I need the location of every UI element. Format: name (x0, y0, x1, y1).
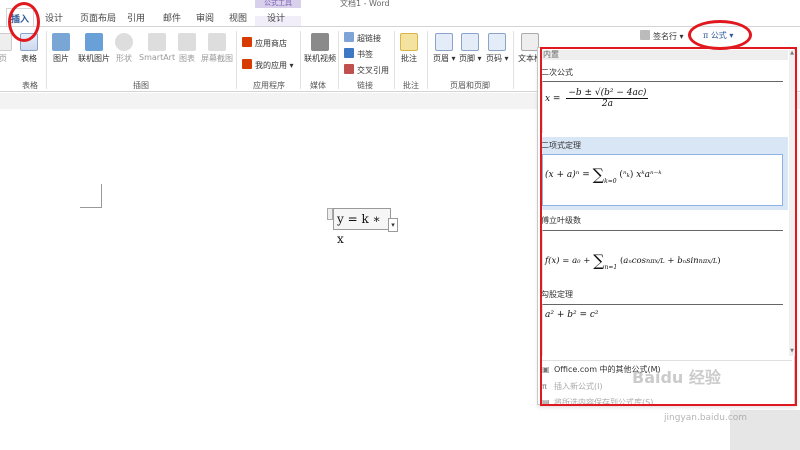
hyperlink-button[interactable]: 超链接 (344, 32, 381, 44)
online-video-button[interactable]: 联机视频 (304, 33, 336, 64)
group-label-links: 链接 (357, 81, 373, 90)
bookmark-icon (344, 48, 354, 58)
ribbon-tabs: 插入 设计 页面布局 引用 邮件 审阅 视图 设计 (0, 8, 800, 34)
cross-reference-icon (344, 64, 354, 74)
tab-page-layout[interactable]: 页面布局 (80, 11, 116, 24)
picture-icon (52, 33, 70, 51)
tab-references[interactable]: 引用 (127, 11, 145, 24)
group-separator (300, 31, 301, 89)
group-label-comments: 批注 (403, 81, 419, 90)
smartart-icon (148, 33, 167, 51)
pictures-button[interactable]: 图片 (52, 33, 70, 64)
header-button[interactable]: 页眉 ▾ (433, 33, 456, 64)
header-icon (435, 33, 454, 51)
equation-options-dropdown[interactable]: ▾ (388, 218, 398, 232)
my-apps-button[interactable]: 我的应用 ▾ (242, 59, 294, 71)
link-icon (344, 32, 354, 42)
title-bar: 公式工具 文档1 - Word (0, 0, 800, 8)
apps-icon (242, 59, 252, 69)
page-number-icon (488, 33, 507, 51)
tab-mailings[interactable]: 邮件 (163, 11, 181, 24)
annotation-rect-gallery (540, 47, 797, 406)
tab-review[interactable]: 审阅 (196, 11, 214, 24)
watermark-logo: Baidu 经验 (632, 368, 721, 387)
group-label-tables: 表格 (22, 81, 38, 90)
context-group-label: 公式工具 (255, 0, 301, 8)
group-separator (338, 31, 339, 89)
signature-icon (640, 30, 650, 40)
tab-equation-design[interactable]: 设计 (267, 11, 285, 24)
group-label-header-footer: 页眉和页脚 (450, 81, 490, 90)
page-margin-corner (80, 184, 102, 208)
comment-button[interactable]: 批注 (400, 33, 418, 64)
screenshot-button[interactable]: 屏幕截图 (201, 33, 233, 64)
online-picture-icon (85, 33, 103, 51)
group-separator (236, 31, 237, 89)
group-label-illustrations: 插图 (133, 81, 149, 90)
group-separator (394, 31, 395, 89)
cross-reference-button[interactable]: 交叉引用 (344, 64, 389, 76)
store-button[interactable]: 应用商店 (242, 37, 287, 49)
video-icon (311, 33, 329, 51)
camera-icon (208, 33, 226, 51)
annotation-circle-insert-tab (8, 2, 40, 42)
group-separator (513, 31, 514, 89)
online-pictures-button[interactable]: 联机图片 (78, 33, 110, 64)
page-number-button[interactable]: 页码 ▾ (486, 33, 509, 64)
comment-icon (400, 33, 418, 51)
footer-icon (461, 33, 480, 51)
tab-design[interactable]: 设计 (45, 11, 63, 24)
group-separator (427, 31, 428, 89)
bookmark-button[interactable]: 书签 (344, 48, 373, 60)
shapes-button[interactable]: 形状 (115, 33, 133, 64)
group-separator (46, 31, 47, 89)
chart-icon (178, 33, 196, 51)
signature-line-button[interactable]: 签名行 ▾ (640, 30, 684, 42)
watermark-url: jingyan.baidu.com (664, 413, 748, 423)
shapes-icon (115, 33, 133, 51)
pages-button[interactable]: 页 (0, 33, 12, 64)
footer-button[interactable]: 页脚 ▾ (459, 33, 482, 64)
annotation-circle-equation-button (688, 20, 752, 50)
group-label-apps: 应用程序 (253, 81, 285, 90)
store-icon (242, 37, 252, 47)
group-label-media: 媒体 (310, 81, 326, 90)
equation-object[interactable]: y = k ∗ x (333, 208, 391, 246)
chart-button[interactable]: 图表 (178, 33, 196, 64)
smartart-button[interactable]: SmartArt (139, 33, 175, 62)
tab-view[interactable]: 视图 (229, 11, 247, 24)
page-icon (0, 33, 12, 51)
